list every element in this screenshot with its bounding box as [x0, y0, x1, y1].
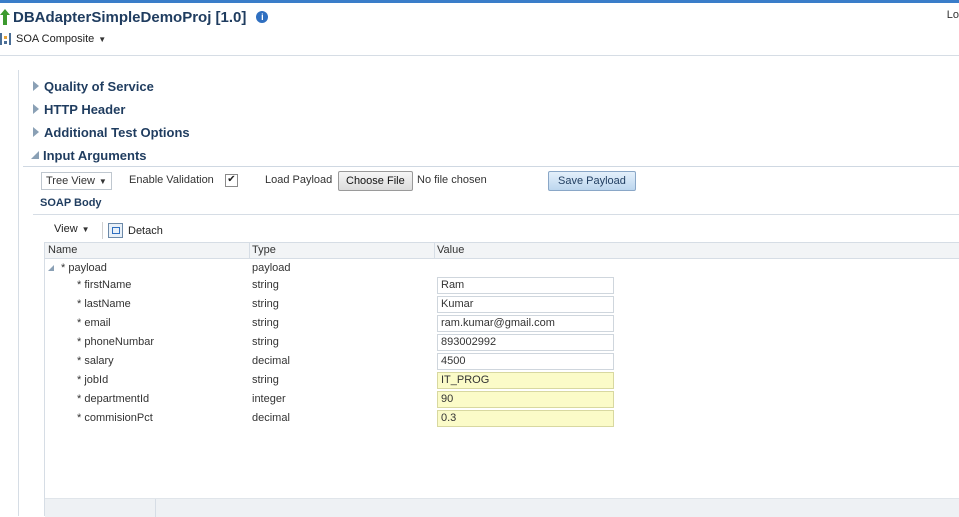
view-mode-select[interactable]: Tree View ▼ — [41, 172, 112, 190]
field-type: string — [252, 374, 279, 386]
value-input[interactable]: Kumar — [437, 296, 614, 313]
title-row: DBAdapterSimpleDemoProj [1.0] i — [0, 7, 269, 27]
table-row: * salary decimal 4500 — [45, 352, 959, 371]
soap-body-title: SOAP Body — [40, 197, 102, 209]
field-type: string — [252, 317, 279, 329]
value-input[interactable]: 90 — [437, 391, 614, 408]
table-header: Name Type Value — [45, 242, 959, 259]
field-name: * firstName — [77, 279, 132, 291]
view-menu[interactable]: View ▼ — [54, 223, 90, 235]
top-accent-bar — [0, 0, 959, 3]
value-input[interactable]: 893002992 — [437, 334, 614, 351]
expand-triangle-icon — [33, 104, 39, 114]
table-row: * departmentId integer 90 — [45, 390, 959, 409]
header-divider — [0, 55, 959, 56]
enable-validation-label: Enable Validation — [129, 174, 214, 186]
view-mode-value: Tree View — [46, 175, 95, 187]
enable-validation-checkbox[interactable]: ✔ — [225, 174, 238, 187]
expand-triangle-icon — [33, 127, 39, 137]
section-quality-of-service[interactable]: Quality of Service — [33, 77, 154, 95]
section-additional-test-options[interactable]: Additional Test Options — [33, 123, 190, 141]
detach-label: Detach — [128, 224, 163, 237]
table-row: * jobId string IT_PROG — [45, 371, 959, 390]
value-input[interactable]: 0.3 — [437, 410, 614, 427]
chevron-down-icon: ▼ — [98, 34, 107, 44]
table-row: * phoneNumbar string 893002992 — [45, 333, 959, 352]
detach-button[interactable]: Detach — [108, 223, 163, 238]
field-type: decimal — [252, 355, 290, 367]
up-arrow-icon[interactable] — [0, 9, 10, 25]
field-name: * jobId — [77, 374, 109, 386]
column-divider — [434, 243, 435, 258]
section-label: Additional Test Options — [44, 124, 190, 140]
field-name: * salary — [77, 355, 114, 367]
soap-body-divider — [33, 214, 959, 215]
table-footer — [45, 498, 959, 517]
value-input[interactable]: ram.kumar@gmail.com — [437, 315, 614, 332]
save-payload-button[interactable]: Save Payload — [548, 171, 636, 191]
column-header-value[interactable]: Value — [437, 244, 464, 256]
field-type: string — [252, 279, 279, 291]
chevron-down-icon: ▼ — [98, 176, 107, 186]
table-row: * commisionPct decimal 0.3 — [45, 409, 959, 428]
content-left-border — [18, 70, 19, 516]
field-name: * payload — [61, 262, 107, 274]
panel-toolbar: View ▼ Detach — [44, 219, 959, 242]
value-input[interactable]: IT_PROG — [437, 372, 614, 389]
soa-composite-menu[interactable]: SOA Composite ▼ — [0, 31, 106, 47]
tree-collapse-icon[interactable] — [48, 265, 54, 271]
field-type: string — [252, 336, 279, 348]
table-row: * firstName string Ram — [45, 276, 959, 295]
column-divider — [249, 243, 250, 258]
no-file-chosen-text: No file chosen — [417, 174, 487, 186]
field-name: * lastName — [77, 298, 131, 310]
section-http-header[interactable]: HTTP Header — [33, 100, 125, 118]
field-type: payload — [252, 262, 291, 274]
soa-composite-label: SOA Composite — [16, 33, 95, 45]
field-name: * phoneNumbar — [77, 336, 155, 348]
field-name: * departmentId — [77, 393, 150, 405]
field-type: integer — [252, 393, 286, 405]
payload-tree-table: Name Type Value * payload payload * firs… — [44, 242, 959, 517]
toolbar-separator — [102, 222, 103, 239]
corner-link[interactable]: Lo — [947, 9, 959, 21]
value-input[interactable]: 4500 — [437, 353, 614, 370]
soap-body-panel: View ▼ Detach Name Type Value * payload … — [44, 219, 959, 517]
choose-file-button[interactable]: Choose File — [338, 171, 413, 191]
field-type: decimal — [252, 412, 290, 424]
section-input-arguments[interactable]: Input Arguments — [31, 146, 147, 164]
input-arguments-toolbar: Tree View ▼ Enable Validation ✔ Load Pay… — [40, 171, 640, 191]
field-name: * commisionPct — [77, 412, 153, 424]
column-header-type[interactable]: Type — [252, 244, 276, 256]
view-menu-label: View — [54, 223, 78, 235]
detach-icon — [108, 223, 123, 238]
section-label: Quality of Service — [44, 78, 154, 94]
expand-triangle-icon — [33, 81, 39, 91]
load-payload-label: Load Payload — [265, 174, 333, 186]
collapse-triangle-icon — [31, 151, 39, 159]
section-label: HTTP Header — [44, 101, 126, 117]
value-input[interactable]: Ram — [437, 277, 614, 294]
field-type: string — [252, 298, 279, 310]
table-row: * email string ram.kumar@gmail.com — [45, 314, 959, 333]
info-icon[interactable]: i — [256, 11, 269, 23]
section-label: Input Arguments — [43, 147, 147, 163]
page-title: DBAdapterSimpleDemoProj [1.0] — [13, 8, 247, 26]
soa-composite-icon — [0, 33, 11, 45]
section-divider — [23, 166, 959, 167]
field-name: * email — [77, 317, 111, 329]
table-row: * lastName string Kumar — [45, 295, 959, 314]
column-divider — [155, 499, 156, 517]
chevron-down-icon: ▼ — [81, 224, 90, 234]
column-header-name[interactable]: Name — [48, 244, 77, 256]
